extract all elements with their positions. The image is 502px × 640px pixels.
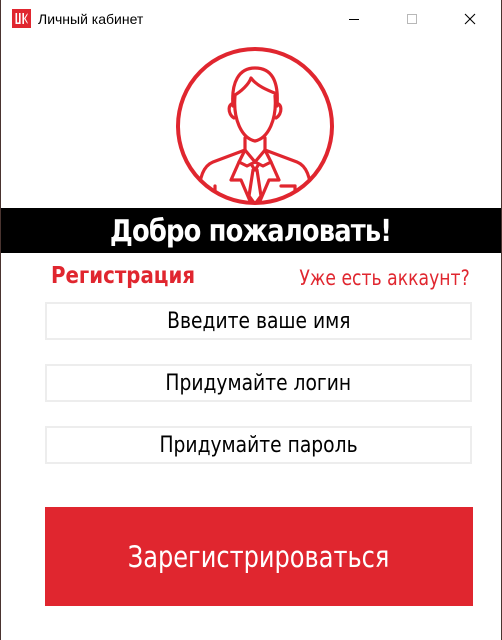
password-input[interactable]: Придумайте пароль xyxy=(45,426,472,464)
window-title: Личный кабинет xyxy=(38,11,144,27)
registration-title: Регистрация xyxy=(51,263,196,289)
name-input-placeholder: Введите ваше имя xyxy=(166,308,351,334)
user-avatar-icon xyxy=(175,46,335,206)
welcome-text: Добро пожаловать! xyxy=(110,214,392,249)
title-bar: Личный кабинет xyxy=(1,0,501,38)
maximize-button[interactable] xyxy=(389,0,435,38)
close-button[interactable] xyxy=(447,0,493,38)
welcome-banner: Добро пожаловать! xyxy=(1,208,501,253)
name-input[interactable]: Введите ваше имя xyxy=(45,302,472,340)
registration-window: Личный кабинет Добро пожаловать! Регистр… xyxy=(0,0,502,640)
register-button-label: Зарегистрироваться xyxy=(128,539,390,574)
lukoil-logo-icon xyxy=(12,9,31,28)
minimize-icon xyxy=(349,19,359,20)
close-icon xyxy=(464,13,476,25)
login-input[interactable]: Придумайте логин xyxy=(45,364,472,402)
register-button[interactable]: Зарегистрироваться xyxy=(45,507,473,606)
maximize-icon xyxy=(407,14,417,24)
login-link[interactable]: Уже есть аккаунт? xyxy=(300,266,470,290)
password-input-placeholder: Придумайте пароль xyxy=(159,432,358,458)
minimize-button[interactable] xyxy=(331,0,377,38)
login-input-placeholder: Придумайте логин xyxy=(165,370,352,396)
